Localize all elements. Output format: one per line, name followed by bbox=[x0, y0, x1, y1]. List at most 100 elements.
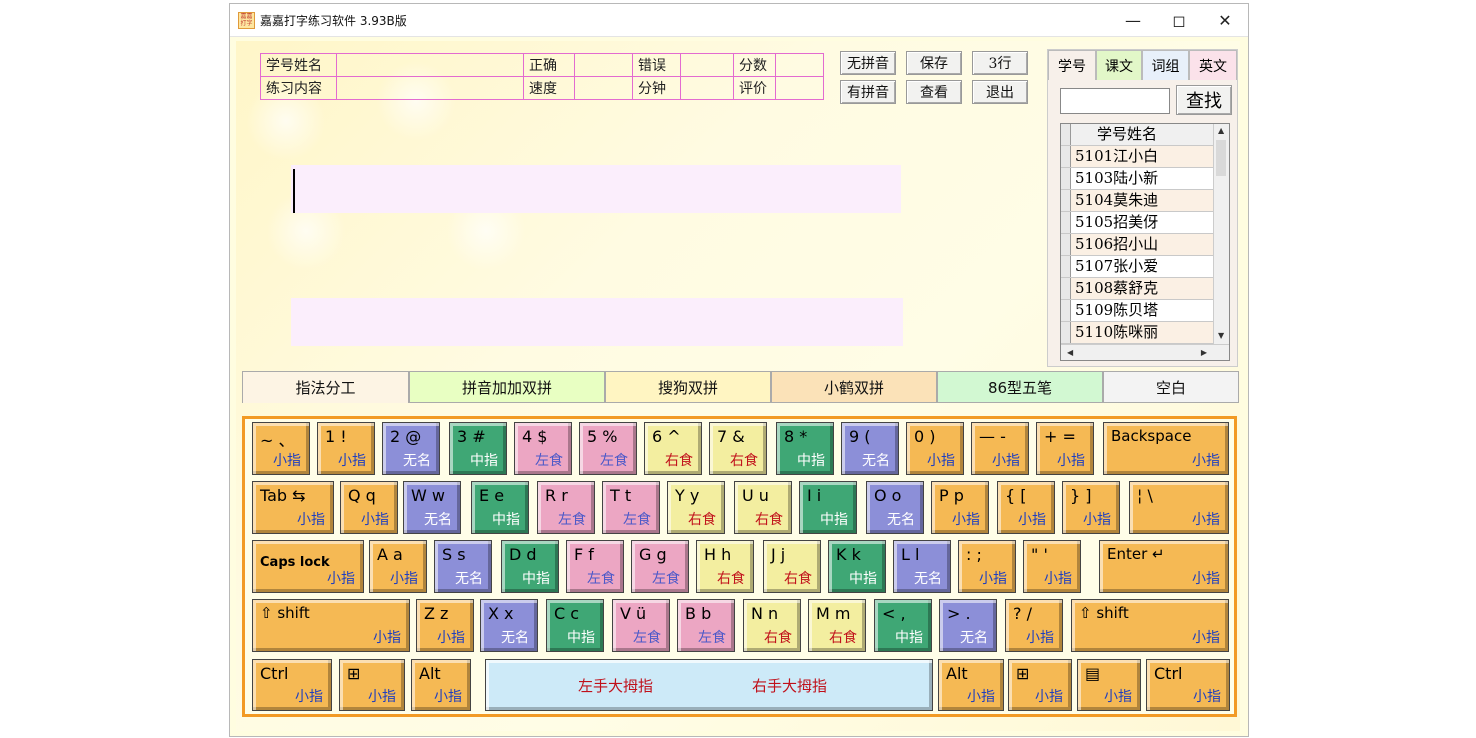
right-ctrl-key[interactable]: Ctrl 小指 bbox=[1146, 659, 1230, 711]
student-row[interactable]: 5101江小白 bbox=[1061, 146, 1213, 168]
key-c[interactable]: C c 中指 bbox=[546, 599, 604, 652]
key-f[interactable]: F f 左食 bbox=[566, 540, 624, 593]
left-alt-key[interactable]: Alt 小指 bbox=[411, 659, 471, 711]
key-5[interactable]: 5 % 左食 bbox=[579, 422, 637, 475]
tab-key[interactable]: Tab ⇆ 小指 bbox=[252, 481, 334, 534]
key-z[interactable]: Z z 小指 bbox=[416, 599, 474, 652]
scroll-up-icon[interactable]: ▲ bbox=[1218, 126, 1224, 135]
student-row[interactable]: 5104莫朱迪 bbox=[1061, 190, 1213, 212]
key-v[interactable]: V ü 左食 bbox=[612, 599, 670, 652]
no-pinyin-button[interactable]: 无拼音 bbox=[840, 51, 896, 75]
search-button[interactable]: 查找 bbox=[1176, 85, 1232, 115]
left-bracket-key[interactable]: { [小指 bbox=[997, 481, 1055, 534]
scroll-down-icon[interactable]: ▼ bbox=[1218, 331, 1224, 340]
typing-line-1[interactable] bbox=[291, 165, 901, 213]
scroll-thumb[interactable] bbox=[1216, 140, 1226, 176]
horizontal-scrollbar[interactable]: ◀ ▶ bbox=[1061, 344, 1229, 360]
tab-phrases[interactable]: 词组 bbox=[1142, 50, 1189, 80]
has-pinyin-button[interactable]: 有拼音 bbox=[840, 80, 896, 104]
key-4[interactable]: 4 $ 左食 bbox=[514, 422, 572, 475]
key-1[interactable]: 1 ! 小指 bbox=[317, 422, 375, 475]
key-x[interactable]: X x 无名 bbox=[480, 599, 538, 652]
maximize-icon[interactable]: ◻ bbox=[1156, 4, 1202, 36]
scroll-left-icon[interactable]: ◀ bbox=[1067, 348, 1073, 357]
three-rows-button[interactable]: 3行 bbox=[972, 51, 1028, 75]
comma-key[interactable]: < , 中指 bbox=[874, 599, 932, 652]
scroll-right-icon[interactable]: ▶ bbox=[1201, 348, 1207, 357]
enter-key[interactable]: Enter ↵ 小指 bbox=[1099, 540, 1229, 593]
student-row[interactable]: 5106招小山 bbox=[1061, 234, 1213, 256]
view-button[interactable]: 查看 bbox=[906, 80, 962, 104]
minus-key[interactable]: — - 小指 bbox=[971, 422, 1029, 475]
tab-sogou-shuangpin[interactable]: 搜狗双拼 bbox=[605, 371, 771, 403]
close-icon[interactable]: ✕ bbox=[1202, 4, 1248, 36]
equals-key[interactable]: + = 小指 bbox=[1036, 422, 1094, 475]
menu-key[interactable]: ▤ 小指 bbox=[1077, 659, 1141, 711]
key-n[interactable]: N n 右食 bbox=[743, 599, 801, 652]
left-shift-key[interactable]: ⇧ shift 小指 bbox=[252, 599, 410, 652]
student-row[interactable]: 5110陈咪丽 bbox=[1061, 322, 1213, 344]
right-win-key[interactable]: ⊞ 小指 bbox=[1008, 659, 1072, 711]
key-b[interactable]: B b 左食 bbox=[677, 599, 735, 652]
student-row[interactable]: 5108蔡舒克 bbox=[1061, 278, 1213, 300]
typing-line-2[interactable] bbox=[291, 298, 903, 346]
key-s[interactable]: S s 无名 bbox=[434, 540, 492, 593]
key-7[interactable]: 7 & 右食 bbox=[709, 422, 767, 475]
left-ctrl-key[interactable]: Ctrl 小指 bbox=[252, 659, 332, 711]
quote-key[interactable]: " ' 小指 bbox=[1023, 540, 1081, 593]
exit-button[interactable]: 退出 bbox=[972, 80, 1028, 104]
tab-student-id[interactable]: 学号 bbox=[1048, 50, 1096, 80]
right-alt-key[interactable]: Alt 小指 bbox=[938, 659, 1004, 711]
key-q[interactable]: Q q 小指 bbox=[340, 481, 398, 534]
tab-xiaohe-shuangpin[interactable]: 小鹤双拼 bbox=[771, 371, 937, 403]
key-3[interactable]: 3 # 中指 bbox=[449, 422, 507, 475]
key-o[interactable]: O o 无名 bbox=[866, 481, 924, 534]
left-win-key[interactable]: ⊞ 小指 bbox=[339, 659, 405, 711]
key-a[interactable]: A a 小指 bbox=[369, 540, 427, 593]
slash-key[interactable]: ? / 小指 bbox=[1005, 599, 1063, 652]
vertical-scrollbar[interactable]: ▲ ▼ bbox=[1213, 124, 1229, 360]
key-u[interactable]: U u 右食 bbox=[734, 481, 792, 534]
tab-blank[interactable]: 空白 bbox=[1103, 371, 1239, 403]
student-row[interactable]: 5105招美伢 bbox=[1061, 212, 1213, 234]
tab-english[interactable]: 英文 bbox=[1189, 50, 1237, 80]
key-m[interactable]: M m 右食 bbox=[808, 599, 866, 652]
right-shift-key[interactable]: ⇧ shift 小指 bbox=[1071, 599, 1229, 652]
tab-wubi-86[interactable]: 86型五笔 bbox=[937, 371, 1103, 403]
period-key[interactable]: > . 无名 bbox=[939, 599, 997, 652]
key-9[interactable]: 9 (无名 bbox=[841, 422, 899, 475]
tab-text[interactable]: 课文 bbox=[1096, 50, 1142, 80]
key-2[interactable]: 2 @ 无名 bbox=[382, 422, 440, 475]
key-8[interactable]: 8 * 中指 bbox=[776, 422, 834, 475]
tab-pinyinjiajia-shuangpin[interactable]: 拼音加加双拼 bbox=[409, 371, 605, 403]
student-row[interactable]: 5103陆小新 bbox=[1061, 168, 1213, 190]
key-l[interactable]: L l 无名 bbox=[893, 540, 951, 593]
key-0[interactable]: 0 ) 小指 bbox=[906, 422, 964, 475]
semicolon-key[interactable]: : ; 小指 bbox=[958, 540, 1016, 593]
minimize-icon[interactable]: — bbox=[1110, 4, 1156, 36]
search-input[interactable] bbox=[1060, 88, 1170, 114]
key-j[interactable]: J j 右食 bbox=[763, 540, 821, 593]
key-h[interactable]: H h 右食 bbox=[696, 540, 754, 593]
space-key[interactable]: 左手大拇指 右手大拇指 bbox=[485, 659, 933, 711]
key-e[interactable]: E e 中指 bbox=[471, 481, 529, 534]
key-k[interactable]: K k 中指 bbox=[828, 540, 886, 593]
key-d[interactable]: D d 中指 bbox=[501, 540, 559, 593]
save-button[interactable]: 保存 bbox=[906, 51, 962, 75]
tab-finger-assignment[interactable]: 指法分工 bbox=[242, 371, 409, 403]
right-bracket-key[interactable]: } ] 小指 bbox=[1062, 481, 1120, 534]
backslash-key[interactable]: ¦ \ 小指 bbox=[1129, 481, 1229, 534]
backspace-key[interactable]: Backspace 小指 bbox=[1103, 422, 1229, 475]
key-w[interactable]: W w 无名 bbox=[403, 481, 461, 534]
key-g[interactable]: G g 左食 bbox=[631, 540, 689, 593]
key-y[interactable]: Y y 右食 bbox=[667, 481, 725, 534]
key-6[interactable]: 6 ^ 右食 bbox=[644, 422, 702, 475]
student-row[interactable]: 5107张小爱 bbox=[1061, 256, 1213, 278]
key-i[interactable]: I i 中指 bbox=[799, 481, 857, 534]
tilde-key[interactable]: ~ 、小指 bbox=[252, 422, 310, 475]
key-r[interactable]: R r 左食 bbox=[537, 481, 595, 534]
caps-lock-key[interactable]: Caps lock 小指 bbox=[252, 540, 364, 593]
student-row[interactable]: 5109陈贝塔 bbox=[1061, 300, 1213, 322]
key-p[interactable]: P p 小指 bbox=[931, 481, 989, 534]
key-t[interactable]: T t 左食 bbox=[602, 481, 660, 534]
